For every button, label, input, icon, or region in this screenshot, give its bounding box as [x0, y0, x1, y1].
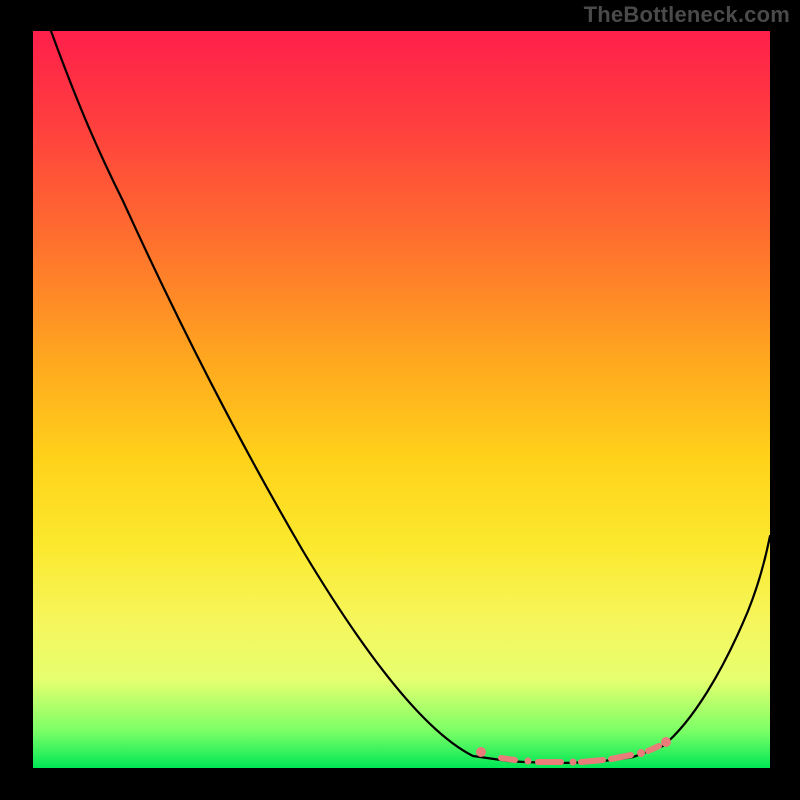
band-dash: [581, 760, 603, 762]
watermark-text: TheBottleneck.com: [584, 2, 790, 28]
band-dash: [611, 755, 631, 759]
band-dot: [476, 747, 486, 757]
band-dot: [570, 759, 577, 766]
band-dot: [637, 749, 645, 757]
band-dash: [501, 758, 515, 760]
band-dot: [661, 737, 671, 747]
chart-frame: TheBottleneck.com: [0, 0, 800, 800]
plot-area: [33, 31, 770, 768]
band-dash: [648, 746, 659, 751]
bottleneck-curve-svg: [33, 31, 770, 768]
bottleneck-curve-path: [51, 31, 770, 763]
band-dot: [525, 758, 532, 765]
